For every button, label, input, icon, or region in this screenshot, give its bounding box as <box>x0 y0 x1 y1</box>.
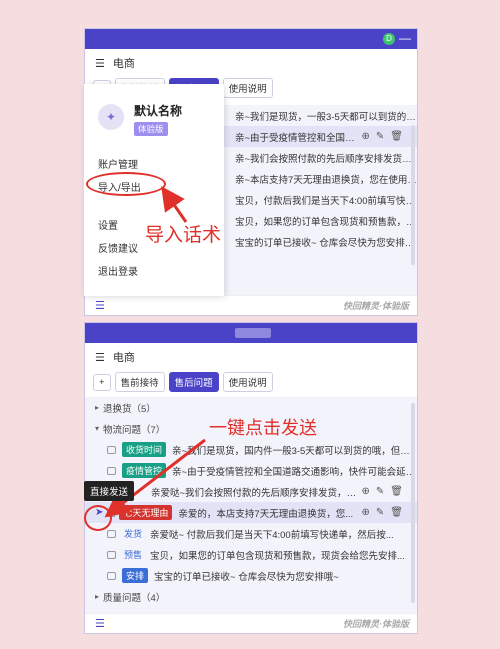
arrow-import <box>161 186 188 223</box>
annotation-arrows <box>104 186 206 518</box>
send-tooltip: 直接发送 <box>84 481 135 501</box>
